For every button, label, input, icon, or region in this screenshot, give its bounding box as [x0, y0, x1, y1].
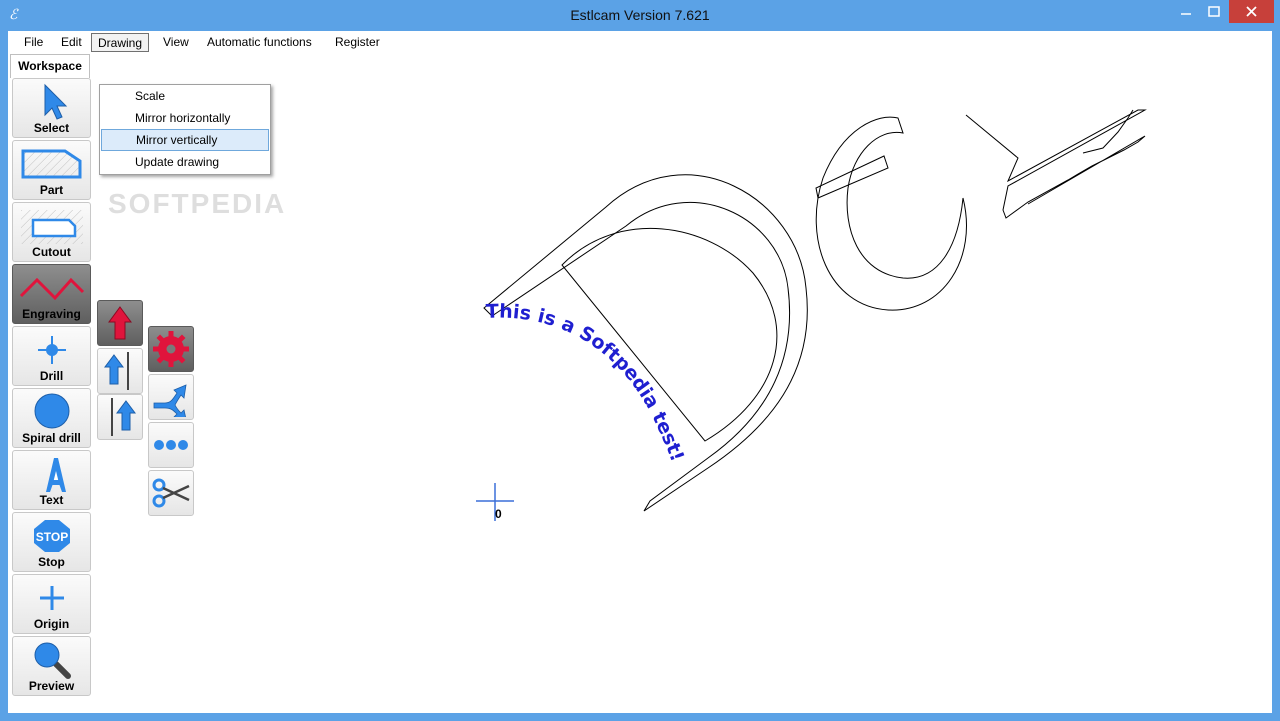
outline-letter-l: [965, 109, 1147, 219]
origin-icon: [13, 578, 90, 618]
tool-origin[interactable]: Origin: [12, 574, 91, 634]
gear-button[interactable]: [148, 326, 194, 372]
tool-label-drill: Drill: [39, 369, 64, 383]
menu-item-update-drawing[interactable]: Update drawing: [101, 151, 269, 173]
tool-stop[interactable]: STOP Stop: [12, 512, 91, 572]
tool-text[interactable]: Text: [12, 450, 91, 510]
tool-preview[interactable]: Preview: [12, 636, 91, 696]
tool-label-cutout: Cutout: [32, 245, 71, 259]
tool-label-engraving: Engraving: [22, 307, 81, 321]
tool-label-preview: Preview: [28, 679, 75, 693]
outline-letter-e: [815, 116, 967, 311]
watermark: SOFTPEDIA: [108, 188, 287, 219]
tool-part[interactable]: Part: [12, 140, 91, 200]
engrave-direction-up-button[interactable]: [97, 300, 143, 346]
tool-select[interactable]: Select: [12, 78, 91, 138]
spiral-drill-icon: [13, 392, 90, 432]
minimize-button[interactable]: [1172, 0, 1200, 23]
branch-button[interactable]: [148, 374, 194, 420]
tool-cutout[interactable]: Cutout: [12, 202, 91, 262]
origin-label: 0: [495, 507, 502, 521]
branch-arrow-icon: [153, 384, 187, 417]
menu-automatic-functions[interactable]: Automatic functions: [201, 33, 318, 52]
magnifier-icon: [13, 640, 90, 680]
engraving-icon: [13, 268, 90, 308]
engrave-left-side-button[interactable]: [97, 348, 143, 394]
arrow-right-of-line-icon: [111, 398, 136, 436]
close-icon: [1246, 6, 1257, 17]
menu-drawing[interactable]: Drawing: [91, 33, 150, 52]
menu-bar: File Edit Drawing View Automatic functio…: [8, 31, 1272, 53]
drawing-menu-dropdown: Scale Mirror horizontally Mirror vertica…: [99, 84, 271, 175]
maximize-icon: [1208, 6, 1220, 17]
text-icon: [13, 454, 90, 494]
gear-icon: [153, 331, 189, 367]
client-area: File Edit Drawing View Automatic functio…: [8, 31, 1272, 713]
close-button[interactable]: [1229, 0, 1274, 23]
engrave-right-side-button[interactable]: [97, 394, 143, 440]
scissors-icon: [152, 478, 190, 508]
cutout-icon: [13, 206, 90, 246]
part-icon: [13, 144, 90, 184]
scissors-button[interactable]: [148, 470, 194, 516]
title-bar[interactable]: ℰ Estlcam Version 7.621: [0, 0, 1280, 31]
more-options-button[interactable]: [148, 422, 194, 468]
stop-icon: STOP: [13, 516, 90, 556]
stop-icon-text: STOP: [35, 530, 67, 544]
tool-spiral-drill[interactable]: Spiral drill: [12, 388, 91, 448]
tool-engraving[interactable]: Engraving: [12, 264, 91, 324]
menu-item-mirror-horizontally[interactable]: Mirror horizontally: [101, 107, 269, 129]
menu-item-mirror-vertically[interactable]: Mirror vertically: [101, 129, 269, 151]
menu-register[interactable]: Register: [329, 33, 386, 52]
tool-label-select: Select: [33, 121, 70, 135]
tool-label-stop: Stop: [38, 555, 65, 569]
ellipsis-icon: [154, 440, 188, 450]
menu-view[interactable]: View: [157, 33, 195, 52]
cursor-icon: [13, 82, 90, 122]
tool-label-part: Part: [39, 183, 64, 197]
drill-icon: [13, 330, 90, 370]
tool-label-spiral-drill: Spiral drill: [22, 431, 81, 445]
tool-drill[interactable]: Drill: [12, 326, 91, 386]
tab-workspace[interactable]: Workspace: [10, 54, 90, 78]
menu-file[interactable]: File: [18, 33, 49, 52]
maximize-button[interactable]: [1200, 0, 1228, 23]
arrow-left-of-line-icon: [104, 352, 129, 390]
menu-item-scale[interactable]: Scale: [101, 85, 269, 107]
tool-label-origin: Origin: [33, 617, 70, 631]
menu-edit[interactable]: Edit: [55, 33, 88, 52]
window-title: Estlcam Version 7.621: [570, 7, 710, 23]
outline-letter-d: [483, 174, 808, 512]
minimize-icon: [1181, 13, 1191, 15]
application-window: ℰ Estlcam Version 7.621 File Edit Drawin…: [0, 0, 1280, 721]
tab-bar: Workspace: [8, 54, 1272, 79]
tool-label-text: Text: [39, 493, 64, 507]
red-arrow-up-icon: [108, 306, 132, 340]
